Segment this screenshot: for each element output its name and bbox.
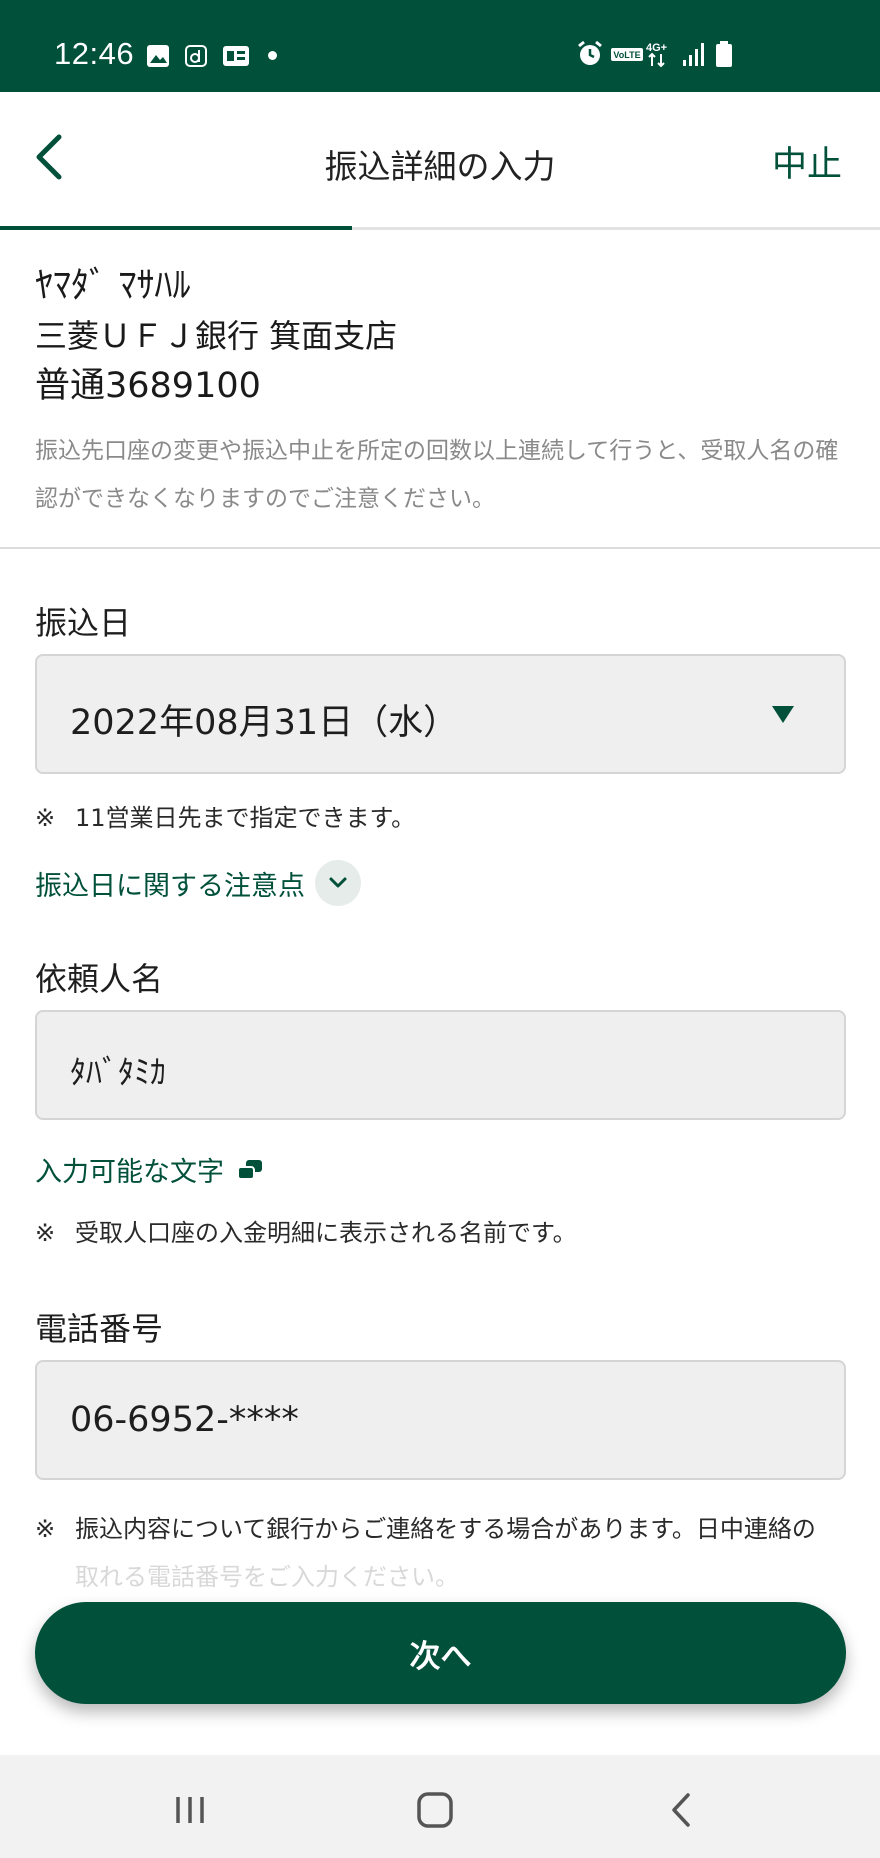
app-header: 振込詳細の入力 中止 [0,92,880,230]
cancel-button[interactable]: 中止 [772,136,842,187]
next-button[interactable]: 次へ [35,1602,846,1704]
phone-input[interactable]: 06-6952-**** [35,1360,846,1480]
phone-label: 電話番号 [35,1310,164,1348]
recipient-note: 振込先口座の変更や振込中止を所定の回数以上連続して行うと、受取人名の確認ができな… [35,438,839,512]
progress-bar [0,226,352,230]
dot-icon [268,51,277,60]
requester-name-input[interactable]: ﾀﾊﾞﾀﾐｶ [35,1010,846,1120]
card-icon [223,46,249,66]
recipient-info: ﾔﾏﾀﾞ ﾏｻﾊﾙ 三菱ＵＦＪ銀行 箕面支店 普通3689100 振込先口座の変… [0,233,880,549]
phone-value: 06-6952-**** [70,1400,299,1440]
signal-icon [683,43,704,66]
chevron-down-icon [315,860,361,906]
allowed-characters-link[interactable]: 入力可能な文字 [35,1150,264,1189]
recent-apps-icon [176,1797,204,1823]
system-back-button[interactable] [652,1785,712,1835]
phone-note-continued: 取れる電話番号をご入力ください。 [75,1563,459,1591]
home-button[interactable] [405,1785,465,1835]
d-app-icon [185,45,207,67]
back-arrow-icon [672,1793,690,1827]
transfer-date-label: 振込日 [35,604,132,642]
home-icon [417,1792,453,1828]
recipient-account: 普通3689100 [35,366,261,406]
svg-text:VoLTE: VoLTE [613,50,640,60]
phone-note: ※ 振込内容について銀行からご連絡をする場合があります。日中連絡の [35,1515,816,1543]
image-icon [147,45,169,67]
status-time: 12:46 [54,36,135,71]
4g-plus-icon: 4G+ [646,42,667,68]
external-link-icon [237,1159,262,1180]
page-title: 振込詳細の入力 [324,147,556,186]
svg-text:4G+: 4G+ [646,42,667,54]
requester-name-label: 依頼人名 [35,960,164,998]
transfer-date-note: ※ 11営業日先まで指定できます。 [35,804,416,832]
status-bar: 12:46 VoLTE 4G+ [0,0,880,92]
dropdown-arrow-icon [772,706,794,723]
volte-icon: VoLTE [611,48,643,61]
transfer-date-select[interactable]: 2022年08月31日（水） [35,654,846,774]
alarm-icon [578,40,602,65]
transfer-date-notice-link[interactable]: 振込日に関する注意点 [35,860,361,906]
requester-name-value: ﾀﾊﾞﾀﾐｶ [70,1053,167,1091]
battery-icon [716,41,732,67]
recipient-bank: 三菱ＵＦＪ銀行 箕面支店 [35,317,398,355]
recent-apps-button[interactable] [160,1785,220,1835]
recipient-name: ﾔﾏﾀﾞ ﾏｻﾊﾙ [35,265,191,306]
requester-name-note: ※ 受取人口座の入金明細に表示される名前です。 [35,1219,577,1247]
system-nav-bar [0,1755,880,1858]
transfer-date-value: 2022年08月31日（水） [70,703,459,743]
